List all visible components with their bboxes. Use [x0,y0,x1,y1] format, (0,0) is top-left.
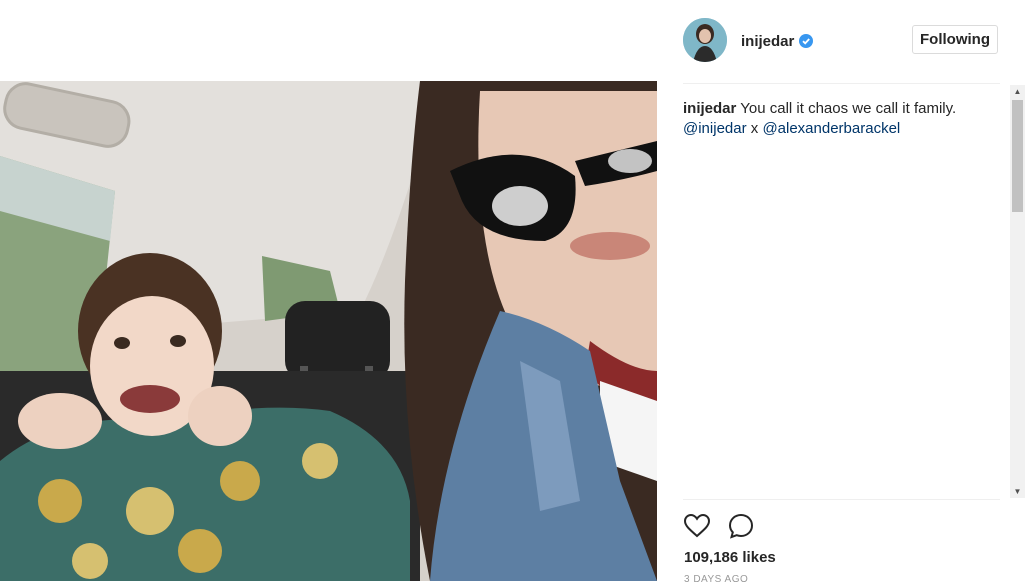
verified-badge-icon [799,34,813,48]
scroll-thumb[interactable] [1012,100,1023,212]
avatar[interactable] [683,18,727,62]
scroll-down-arrow-icon[interactable]: ▼ [1010,485,1025,498]
heart-icon[interactable] [683,512,711,540]
post-image[interactable] [0,81,657,581]
actions-divider [683,499,1000,500]
following-button[interactable]: Following [912,25,998,54]
mention-link-alexanderbarackel[interactable]: @alexanderbarackel [762,120,900,137]
header-divider [683,83,1000,84]
caption-username[interactable]: inijedar [683,100,736,117]
caption-separator: x [750,120,759,137]
post-timestamp: 3 DAYS AGO [684,574,749,585]
header-username[interactable]: inijedar [741,33,794,50]
likes-count[interactable]: 109,186 likes [684,549,776,566]
mention-link-inijedar[interactable]: @inijedar [683,120,747,137]
avatar-image [683,18,727,62]
comment-icon[interactable] [727,512,755,540]
post-image-illustration [0,81,657,581]
action-bar [683,512,803,540]
scroll-up-arrow-icon[interactable]: ▲ [1010,85,1025,98]
caption-text: You call it chaos we call it family. [740,100,957,117]
caption: inijedar You call it chaos we call it fa… [683,99,983,139]
post-header: inijedar Following [683,18,1000,64]
comments-scrollbar[interactable]: ▲ ▼ [1010,85,1025,498]
